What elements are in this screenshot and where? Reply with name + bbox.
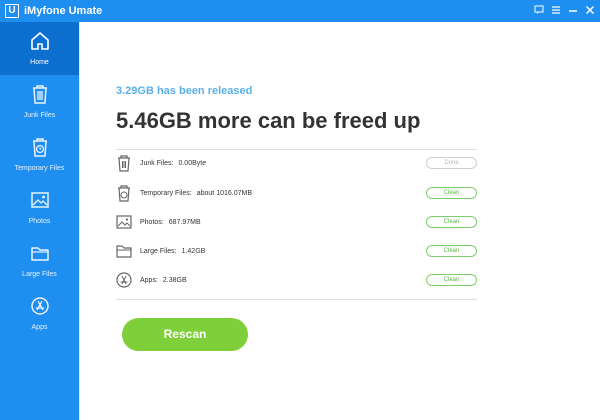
list-item-apps: Apps: 2.38GB Clean (116, 270, 477, 290)
clean-button[interactable]: Clean (426, 245, 477, 257)
photo-icon (29, 189, 51, 211)
menu-button[interactable] (550, 4, 562, 16)
row-label: Temporary Files: (140, 189, 192, 197)
temp-trash-icon (116, 184, 132, 202)
clean-button[interactable]: Clean (426, 187, 477, 199)
list-item-junk-files: Junk Files: 0.00Byte Done (116, 153, 477, 173)
close-button[interactable] (584, 4, 596, 16)
sidebar-item-label: Photos (28, 218, 51, 225)
chat-icon (534, 5, 544, 14)
sidebar-item-photos[interactable]: Photos (0, 181, 79, 234)
sidebar-item-large-files[interactable]: Large Files (0, 234, 79, 287)
sidebar-item-label: Large Files (22, 271, 57, 278)
minimize-button[interactable] (567, 4, 579, 16)
app-logo: U (5, 4, 19, 18)
list-item-large-files: Large Files: 1.42GB Clean (116, 241, 477, 261)
sidebar-item-junk-files[interactable]: Junk Files (0, 75, 79, 128)
row-value: 687.97MB (168, 218, 201, 226)
minimize-icon (569, 10, 577, 12)
sidebar-item-label: Home (30, 59, 49, 66)
main-panel: 3.29GB has been released 5.46GB more can… (79, 22, 600, 420)
list-item-photos: Photos: 687.97MB Clean (116, 212, 477, 232)
menu-icon (552, 6, 560, 14)
sidebar-item-temporary-files[interactable]: Temporary Files (0, 128, 79, 181)
divider (116, 299, 477, 300)
divider (116, 149, 477, 150)
row-label: Junk Files: (140, 159, 174, 167)
row-value: 1.42GB (181, 247, 206, 255)
app-title: iMyfone Umate (24, 5, 103, 17)
clean-button[interactable]: Clean (426, 216, 477, 228)
feedback-button[interactable] (533, 4, 545, 16)
row-label: Photos: (140, 218, 164, 226)
released-text: 3.29GB has been released (116, 85, 253, 97)
app-store-icon (116, 271, 132, 289)
row-value: about 1016.07MB (196, 189, 252, 197)
folder-icon (29, 242, 51, 264)
row-label: Apps: (140, 276, 158, 284)
sidebar-item-label: Apps (31, 324, 48, 331)
temp-trash-icon (29, 136, 51, 158)
trash-icon (116, 154, 132, 172)
list-item-temporary-files: Temporary Files: about 1016.07MB Clean (116, 183, 477, 203)
page-title: 5.46GB more can be freed up (116, 108, 421, 133)
close-icon (585, 5, 595, 15)
clean-button[interactable]: Clean (426, 274, 477, 286)
sidebar-item-label: Junk Files (23, 112, 56, 119)
done-button[interactable]: Done (426, 157, 477, 169)
sidebar: Home Junk Files Temporary Files Photos L… (0, 22, 79, 420)
title-bar: U iMyfone Umate (0, 0, 600, 22)
home-icon (29, 30, 51, 52)
row-value: 0.00Byte (178, 159, 207, 167)
app-store-icon (29, 295, 51, 317)
window-controls (533, 4, 596, 16)
trash-icon (29, 83, 51, 105)
folder-icon (116, 242, 132, 260)
sidebar-item-apps[interactable]: Apps (0, 287, 79, 340)
row-label: Large Files: (140, 247, 177, 255)
sidebar-item-home[interactable]: Home (0, 22, 79, 75)
sidebar-item-label: Temporary Files (14, 165, 65, 172)
photo-icon (116, 213, 132, 231)
row-value: 2.38GB (162, 276, 187, 284)
rescan-button[interactable]: Rescan (122, 318, 248, 351)
